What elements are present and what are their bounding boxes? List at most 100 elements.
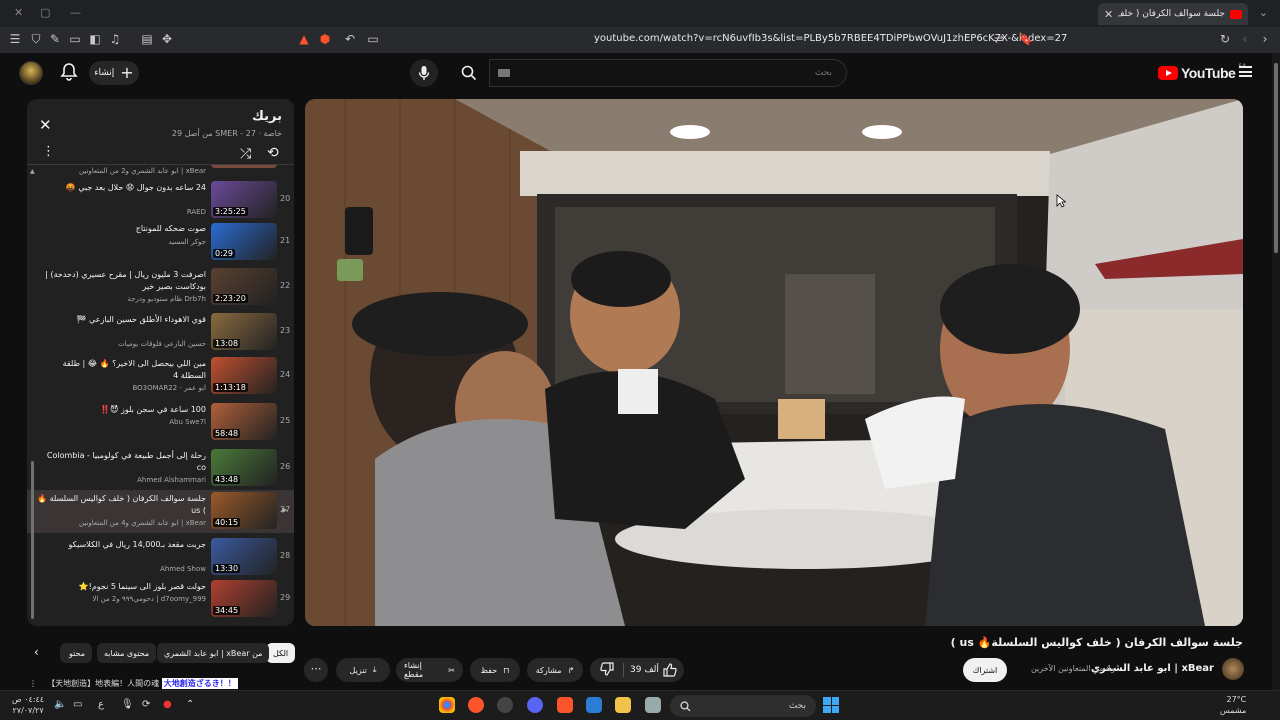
forward-icon[interactable]: ‹ [1238,32,1252,46]
item-channel[interactable]: Abu Swe7l [36,418,206,426]
share-button[interactable]: مشاركة ↱ [527,658,583,682]
wallet-icon[interactable]: ▤ [140,32,154,46]
account-avatar[interactable] [19,61,43,85]
obs-app-icon[interactable] [497,697,513,713]
search-button[interactable] [452,59,486,87]
screen-cast-icon[interactable]: ▭ [366,32,380,46]
keyboard-icon[interactable] [498,69,510,77]
chevron-left-icon[interactable]: ‹ [34,645,39,659]
windows-start-icon[interactable] [823,697,839,713]
more-vert-small-icon[interactable]: ⋮ [29,679,37,688]
task-view-icon[interactable] [645,697,661,713]
chip-more[interactable]: محتو [60,643,92,663]
item-channel[interactable]: RAED [36,208,206,216]
scroll-up-icon[interactable]: ▲ [30,168,35,175]
discord-app-icon[interactable] [527,697,543,713]
back-history-icon[interactable]: ↶ [343,32,357,46]
close-playlist-icon[interactable]: ✕ [39,116,52,134]
back-icon[interactable]: › [1258,32,1272,46]
video-thumbnail[interactable]: 13:30 [211,538,277,575]
item-channel[interactable]: ابو عمر - BO3OMAR22 [36,384,206,392]
brave-shields-icon[interactable]: ⬢ [318,32,332,46]
page-scrollbar[interactable] [1272,53,1280,690]
tray-record-icon[interactable]: ● [163,699,172,710]
playlist-item[interactable]: 20 3:25:25 24 ساعه بدون جوال 😧 حلال بعد جب… [27,179,294,222]
voice-search-button[interactable] [410,59,438,87]
store-app-icon[interactable] [586,697,602,713]
clock[interactable]: ٠٤:٤٤ ص ٢٧/٠٧/٢٧ [12,694,44,716]
shuffle-icon[interactable]: ⤮ [240,146,251,162]
search-box[interactable] [489,59,847,87]
item-channel[interactable]: حسين البازعي فلوقات يوميات [36,340,206,348]
puzzle-icon[interactable]: ✥ [160,32,174,46]
search-input[interactable] [490,60,846,86]
video-player[interactable] [305,99,1243,626]
sidebar-icon[interactable]: ◧ [88,32,102,46]
site-settings-icon[interactable]: ⇌ [992,32,1006,46]
weather-widget[interactable]: 27°C مشمس [1220,694,1246,716]
item-title[interactable]: 24 ساعه بدون جوال 😧 حلال بعد جبي 🤬 [36,182,206,194]
chip-all[interactable]: الكل [266,643,296,663]
item-channel[interactable]: جوكر المسيد [36,238,206,246]
chip-from-channel[interactable]: من xBear | ابو عابد الشمري [157,643,270,663]
bookmark-icon[interactable]: 🔖 [1018,32,1033,46]
video-thumbnail[interactable]: 58:48 [211,403,277,440]
keyboard-lang[interactable]: ع [98,699,104,710]
create-button[interactable]: إنشاء + [89,61,139,85]
playlist-scrollbar[interactable]: ▲ [30,168,35,621]
tray-sync-icon[interactable]: ⟳ [142,699,150,710]
item-channel[interactable]: Ahmed Show [36,565,206,573]
minimize-window-icon[interactable]: — [70,6,81,19]
loop-icon[interactable]: ⟲ [267,145,279,161]
tray-chevron-up-icon[interactable]: ⌃ [186,699,194,710]
channel-avatar[interactable] [1222,658,1244,680]
item-channel[interactable]: d7oomy_999 | دحومي٩٩٩ و2 من الا [36,595,206,603]
playlist-title[interactable]: بريك [252,109,282,124]
video-thumbnail[interactable]: 40:15 [211,492,277,529]
item-title[interactable]: حولت قصر بلوز الى سينما 5 نجوم!⭐ [36,581,206,593]
tab-menu-icon[interactable]: ⌄ [1259,6,1268,19]
playlist-item[interactable]: 29 34:45 حولت قصر بلوز الى سينما 5 نجوم!⭐ d… [27,578,294,621]
item-title[interactable]: رحلة إلى أجمل طبيعة في كولومبيا - Colomb… [36,450,206,474]
video-thumbnail[interactable] [211,165,277,168]
subscribe-button[interactable]: اشتراك [963,658,1007,682]
video-thumbnail[interactable]: 1:13:18 [211,357,277,394]
video-thumbnail[interactable]: 34:45 [211,580,277,617]
item-title[interactable]: مين اللي بيحصل الى الاخير؟ 🔥 😂 | طلقة ال… [36,358,206,382]
playlist-item[interactable]: 24 1:13:18 مين اللي بيحصل الى الاخير؟ 🔥 😂 … [27,355,294,398]
item-title[interactable]: قوي الاهوداء الأطلق حسين البازعي 🏁 [36,314,206,326]
chrome-app-icon[interactable] [439,697,455,713]
item-channel[interactable]: Drb7h ظام ستوديو ودرجة [36,295,206,303]
like-button[interactable]: 39 ألف [630,658,677,682]
network-icon[interactable]: ▭ [73,699,82,710]
reload-icon[interactable]: ↻ [1218,32,1232,46]
taskbar-search[interactable]: بحث [670,695,816,717]
video-thumbnail[interactable]: 2:23:20 [211,268,277,305]
clip-button[interactable]: إنشاء مقطع ✂ [396,658,463,682]
item-channel[interactable]: Ahmed Alshammari [36,476,206,484]
chip-related[interactable]: محتوى مشابه [97,643,157,663]
shield-icon[interactable]: ⛉ [29,32,43,46]
youtube-logo[interactable]: YouTube SA [1158,63,1246,81]
playlist-item[interactable]: 23 13:08 قوي الاهوداء الأطلق حسين البازعي … [27,311,294,354]
playlist-item[interactable]: 28 13:30 جربت مقعد بـ14,000 ريال في الكلاس… [27,536,294,579]
tabs-icon[interactable]: ▭ [68,32,82,46]
video-thumbnail[interactable]: 3:25:25 [211,181,277,218]
menu-icon[interactable]: ☰ [8,32,22,46]
browser-tab[interactable]: ✕ جلسة سوالف الكرفان ( خلف كوا [1098,3,1248,25]
tray-mic-icon[interactable]: 🎙 [121,699,134,710]
maximize-window-icon[interactable]: ▢ [40,6,50,19]
firefox-app-icon[interactable] [468,697,484,713]
music-icon[interactable]: ♫ [108,32,122,46]
tab-close-icon[interactable]: ✕ [1104,8,1113,21]
playlist-item[interactable]: 25 58:48 100 ساعة في سجن بلوز 😈‼️ Abu Swe7l [27,401,294,444]
video-thumbnail[interactable]: 43:48 [211,449,277,486]
item-title[interactable]: 100 ساعة في سجن بلوز 😈‼️ [36,404,206,416]
playlist-item[interactable]: 21 0:29 صوت ضحكه للمونتاج جوكر المسيد [27,221,294,264]
notifications-bell-icon[interactable] [60,62,78,82]
more-actions-icon[interactable]: ⋯ [304,658,328,682]
more-vert-icon[interactable]: ⋮ [42,145,55,158]
channel-collaborators[interactable]: و4 من المتعاونين الآخرين [1031,664,1115,673]
video-thumbnail[interactable]: 0:29 [211,223,277,260]
video-thumbnail[interactable]: 13:08 [211,313,277,350]
